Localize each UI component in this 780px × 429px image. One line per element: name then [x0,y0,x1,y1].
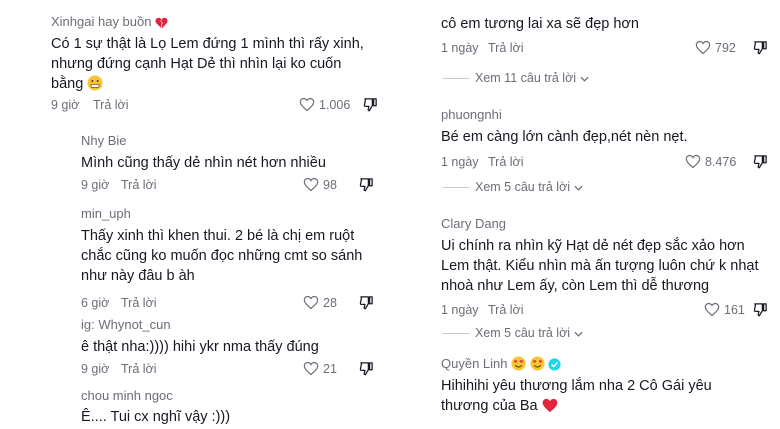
reply-button[interactable]: Trả lời [121,362,157,376]
dislike-button[interactable] [359,361,374,376]
comment-time: 6 giờ [81,296,110,310]
comment-text: Thấy xinh thì khen thui. 2 bé là chị em … [81,228,363,284]
divider [443,333,469,335]
comment-text: ê thật nha:)))) hihi ykr nma thấy đúng [81,339,319,355]
comment-author[interactable]: min_uph [81,206,383,221]
thumbs-down-icon [359,296,373,310]
comment-time: 1 ngày [441,41,479,55]
like-button[interactable]: 161 [704,302,745,317]
comment-item: min_uph Thấy xinh thì khen thui. 2 bé là… [81,206,383,314]
like-button[interactable]: 98 [303,177,337,192]
like-count: 21 [323,361,337,376]
comment-text: cô em tương lai xa sẽ đẹp hơn [441,16,639,32]
comment-item: cô em tương lai xa sẽ đẹp hơn 1 ngày Trả… [441,14,775,59]
like-count: 161 [724,302,745,317]
comment-author[interactable]: Xinhgai hay buồn [51,14,383,29]
comment-text: Ui chính ra nhìn kỹ Hạt dẻ nét đẹp sắc x… [441,238,759,294]
broken-heart-icon [155,17,168,29]
comment-text: Bé em càng lớn cành đẹp,nét nèn nẹt. [441,129,688,145]
like-button[interactable]: 1.006 [299,97,350,112]
comment-meta: 1 ngày Trả lời 161 [441,302,768,321]
comment-time: 9 giờ [51,98,80,112]
dislike-button[interactable] [359,177,374,192]
chevron-down-icon [580,76,589,82]
like-button[interactable]: 8.476 [685,154,736,169]
like-count: 792 [715,40,736,55]
smiling-hearts-emoji-icon [530,356,545,371]
grimacing-emoji-icon [87,75,103,91]
thumbs-down-icon [753,303,767,317]
thumbs-down-icon [359,178,373,192]
thumbs-down-icon [753,155,767,169]
heart-outline-icon [695,40,711,55]
heart-outline-icon [704,302,720,317]
divider [443,78,469,80]
comment-item: phuongnhi Bé em càng lớn cành đẹp,nét nè… [441,107,775,173]
verified-badge-icon [548,358,561,371]
heart-outline-icon [299,97,315,112]
comment-item: Nhy Bie Mình cũng thấy dẻ nhìn nét hơn n… [81,133,383,196]
dislike-button[interactable] [753,302,768,317]
reply-button[interactable]: Trả lời [121,296,157,310]
left-comments-panel: Xinhgai hay buồn Có 1 sự thật là Lọ Lem … [37,0,383,429]
comment-item: Xinhgai hay buồn Có 1 sự thật là Lọ Lem … [51,14,383,116]
comment-item: ig: Whynot_cun ê thật nha:)))) hihi ykr … [81,317,383,380]
like-count: 8.476 [705,154,737,169]
like-count: 28 [323,295,337,310]
comment-author[interactable]: ig: Whynot_cun [81,317,383,332]
comment-author[interactable]: Nhy Bie [81,133,383,148]
like-count: 1.006 [319,97,351,112]
heart-outline-icon [685,154,701,169]
comment-time: 9 giờ [81,362,110,376]
heart-outline-icon [303,361,319,376]
comment-text: Mình cũng thấy dẻ nhìn nét hơn nhiều [81,155,326,171]
chevron-down-icon [573,331,583,337]
reply-button[interactable]: Trả lời [488,155,524,169]
reply-button[interactable]: Trả lời [488,303,524,317]
reply-button[interactable]: Trả lời [121,178,157,192]
view-replies-button[interactable]: Xem 5 câu trả lời [443,180,583,194]
view-replies-button[interactable]: Xem 5 câu trả lời [443,326,583,340]
heart-outline-icon [303,295,319,310]
dislike-button[interactable] [359,295,374,310]
comment-time: 9 giờ [81,178,110,192]
comment-item: Clary Dang Ui chính ra nhìn kỹ Hạt dẻ né… [441,216,775,321]
comment-meta: 1 ngày Trả lời 8.476 [441,154,768,173]
comment-item: Quyền Linh Hihihihi yêu thương lắm nha 2… [441,356,775,416]
like-button[interactable]: 21 [303,361,337,376]
comment-meta: 1 ngày Trả lời 792 [441,40,768,59]
reply-button[interactable]: Trả lời [93,98,129,112]
comment-time: 1 ngày [441,155,479,169]
dislike-button[interactable] [753,154,768,169]
thumbs-down-icon [359,362,373,376]
comment-text: Có 1 sự thật là Lọ Lem đứng 1 mình thì r… [51,36,364,92]
comment-meta: 9 giờ Trả lời 98 [81,178,377,196]
like-button[interactable]: 792 [695,40,736,55]
comment-author[interactable]: Clary Dang [441,216,775,231]
comment-meta: 9 giờ Trả lời 1.006 [51,98,377,116]
comment-author[interactable]: chou minh ngoc [81,388,383,403]
divider [443,187,469,189]
comment-meta: 6 giờ Trả lời 28 [81,296,377,314]
like-button[interactable]: 28 [303,295,337,310]
dislike-button[interactable] [753,40,768,55]
thumbs-down-icon [363,98,377,112]
comment-meta: 9 giờ Trả lời 21 [81,362,377,380]
reply-button[interactable]: Trả lời [488,41,524,55]
thumbs-down-icon [753,41,767,55]
heart-outline-icon [303,177,319,192]
dislike-button[interactable] [363,97,378,112]
smiling-hearts-emoji-icon [511,356,526,371]
comment-author[interactable]: Quyền Linh [441,356,775,371]
comment-text: Ê.... Tui cx nghĩ vậy :))) [81,409,231,425]
red-heart-icon [542,398,557,413]
comment-item: chou minh ngoc Ê.... Tui cx nghĩ vậy :))… [81,388,383,427]
like-count: 98 [323,177,337,192]
comment-author[interactable]: phuongnhi [441,107,775,122]
chevron-down-icon [573,185,583,191]
comment-time: 1 ngày [441,303,479,317]
view-replies-button[interactable]: Xem 11 câu trả lời [443,71,589,85]
right-comments-panel: cô em tương lai xa sẽ đẹp hơn 1 ngày Trả… [427,0,775,429]
comment-text: Hihihihi yêu thương lắm nha 2 Cô Gái yêu… [441,378,712,414]
